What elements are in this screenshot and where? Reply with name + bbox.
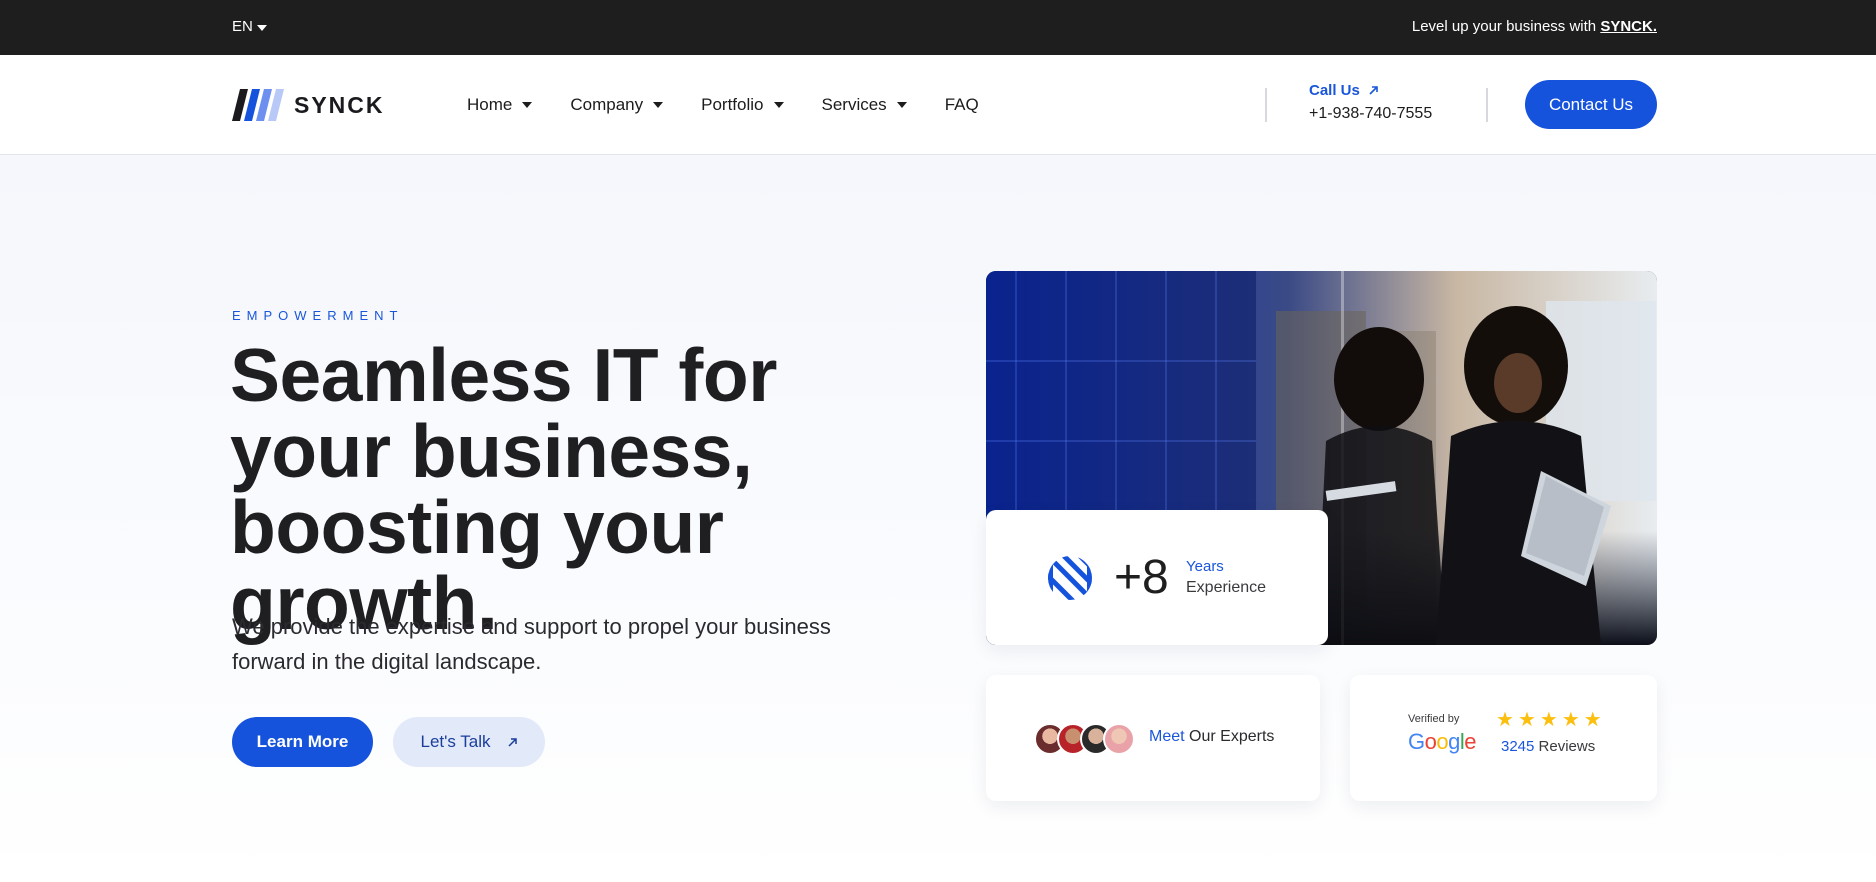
experience-label: Experience xyxy=(1186,579,1267,596)
google-letter: g xyxy=(1448,729,1460,754)
top-bar: EN Level up your business with SYNCK. xyxy=(0,0,1876,55)
google-letter: e xyxy=(1464,729,1477,754)
nav-portfolio[interactable]: Portfolio xyxy=(701,95,784,115)
our-experts-label: Our Experts xyxy=(1189,728,1275,745)
call-us-label-row: Call Us xyxy=(1309,82,1432,99)
star-icon: ★ xyxy=(1539,709,1558,731)
hero-section: EMPOWERMENT Seamless IT for your busines… xyxy=(0,155,1876,882)
promo-brand-link[interactable]: SYNCK. xyxy=(1600,18,1657,35)
star-icon: ★ xyxy=(1496,709,1514,731)
nav-home-label: Home xyxy=(467,95,513,114)
expert-avatars xyxy=(1034,723,1135,755)
call-us-block[interactable]: Call Us +1-938-740-7555 xyxy=(1309,82,1432,123)
nav-divider xyxy=(1265,88,1267,122)
brand-logo[interactable]: SYNCK xyxy=(232,89,385,121)
chevron-down-icon xyxy=(522,102,533,108)
chevron-down-icon xyxy=(896,102,907,108)
logo-text: SYNCK xyxy=(294,91,385,118)
avatar xyxy=(1103,723,1135,755)
lets-talk-button[interactable]: Let's Talk xyxy=(393,717,545,767)
nav-faq-label: FAQ xyxy=(944,95,979,114)
google-logo: Google xyxy=(1408,729,1477,755)
years-label: Years xyxy=(1186,558,1224,575)
nav-divider xyxy=(1486,88,1488,122)
arrow-up-right-icon xyxy=(1369,86,1378,95)
experience-card: +8 Years Experience xyxy=(986,510,1328,645)
chevron-down-icon xyxy=(773,102,784,108)
arrow-up-right-icon xyxy=(507,737,517,747)
hero-subtext: We provide the expertise and support to … xyxy=(232,614,831,674)
call-us-label: Call Us xyxy=(1309,82,1360,99)
verified-by-label: Verified by xyxy=(1408,713,1460,725)
nav-services-label: Services xyxy=(821,95,887,114)
google-reviews-card: Verified by Google ★ ★ ★ ★ ★ 3245 Review… xyxy=(1350,675,1657,801)
star-icon: ★ xyxy=(1583,709,1602,731)
meet-label: Meet xyxy=(1149,728,1185,745)
main-navbar: SYNCK Home Company Portfolio Services FA… xyxy=(0,55,1876,155)
star-icon: ★ xyxy=(1517,709,1536,731)
nav-faq[interactable]: FAQ xyxy=(945,95,979,115)
nav-company-label: Company xyxy=(570,95,644,114)
promo-banner: Level up your business with SYNCK. xyxy=(1412,18,1657,35)
review-count: 3245 Reviews xyxy=(1501,738,1595,755)
nav-portfolio-label: Portfolio xyxy=(701,95,764,114)
nav-services[interactable]: Services xyxy=(822,95,907,115)
language-label: EN xyxy=(232,18,253,35)
google-letter: G xyxy=(1408,729,1425,754)
logo-mark-icon xyxy=(232,89,284,121)
star-rating: ★ ★ ★ ★ ★ xyxy=(1496,707,1602,732)
years-value: +8 xyxy=(1114,551,1169,604)
brand-badge-icon xyxy=(1048,556,1092,600)
nav-home[interactable]: Home xyxy=(467,95,533,115)
hero-headline: Seamless IT for your business, boosting … xyxy=(230,333,777,645)
review-count-label: Reviews xyxy=(1538,738,1596,755)
review-count-number: 3245 xyxy=(1501,738,1535,755)
nav-company[interactable]: Company xyxy=(570,95,664,115)
main-menu: Home Company Portfolio Services FAQ xyxy=(467,95,979,115)
google-letter: o xyxy=(1436,729,1449,754)
learn-more-button[interactable]: Learn More xyxy=(232,717,373,767)
promo-text: Level up your business with xyxy=(1411,18,1597,35)
language-selector[interactable]: EN xyxy=(232,18,267,35)
meet-experts-link[interactable]: Meet Our Experts xyxy=(1149,728,1274,746)
hero-eyebrow: EMPOWERMENT xyxy=(232,308,404,323)
chevron-down-icon xyxy=(256,24,267,31)
chevron-down-icon xyxy=(653,102,664,108)
phone-number[interactable]: +1-938-740-7555 xyxy=(1309,105,1432,123)
google-letter: o xyxy=(1424,729,1437,754)
lets-talk-label: Let's Talk xyxy=(420,732,491,751)
experts-card[interactable]: Meet Our Experts xyxy=(986,675,1320,801)
star-icon: ★ xyxy=(1561,709,1580,731)
contact-us-button[interactable]: Contact Us xyxy=(1525,80,1657,129)
